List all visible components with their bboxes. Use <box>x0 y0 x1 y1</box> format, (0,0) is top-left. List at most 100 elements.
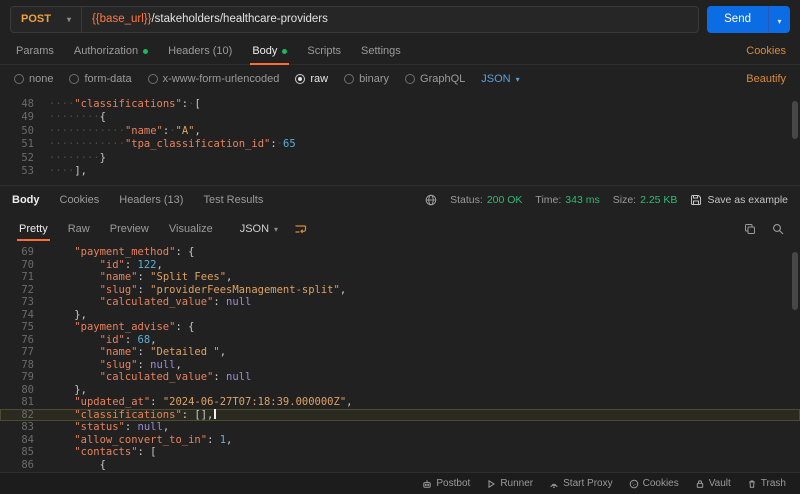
url-box: POST ▾ {{base_url}}/stakeholders/healthc… <box>10 6 699 33</box>
response-toolbar: Pretty Raw Preview Visualize JSON ▾ <box>0 214 800 244</box>
tab-authorization[interactable]: Authorization <box>64 38 158 64</box>
scrollbar-thumb[interactable] <box>792 252 798 310</box>
wrap-text-icon[interactable] <box>294 223 307 235</box>
size-value: 2.25 KB <box>640 194 677 206</box>
vault-button[interactable]: Vault <box>687 478 739 489</box>
beautify-link[interactable]: Beautify <box>746 73 786 85</box>
code-line-81[interactable]: 81 "updated_at": "2024-06-27T07:18:39.00… <box>0 396 800 409</box>
line-number: 50 <box>0 125 34 138</box>
runner-button[interactable]: Runner <box>478 478 541 489</box>
request-language-selector[interactable]: JSON ▾ <box>481 73 519 85</box>
code-text: "name": "Split Fees", <box>49 271 232 283</box>
body-type-form-data[interactable]: form-data <box>69 73 131 85</box>
chevron-down-icon: ▾ <box>67 15 71 24</box>
size-badge[interactable]: Size:2.25 KB <box>613 194 678 206</box>
request-body-editor[interactable]: 48····"classifications":·[49········{50 ·… <box>0 93 800 186</box>
code-text: ············"tpa_classification_id":·65 <box>49 138 296 150</box>
code-text: ········{ <box>49 111 106 123</box>
code-line-86[interactable]: 86 { <box>0 459 800 472</box>
code-line-78[interactable]: 78 "slug": null, <box>0 359 800 372</box>
search-icon[interactable] <box>772 223 784 235</box>
body-type-graphql[interactable]: GraphQL <box>405 73 465 85</box>
copy-icon[interactable] <box>744 223 756 235</box>
view-visualize[interactable]: Visualize <box>160 220 222 238</box>
tab-headers[interactable]: Headers (10) <box>158 38 242 64</box>
view-raw[interactable]: Raw <box>59 220 99 238</box>
request-url-bar: POST ▾ {{base_url}}/stakeholders/healthc… <box>0 0 800 38</box>
view-label: Preview <box>110 223 149 235</box>
tab-body[interactable]: Body <box>242 38 297 64</box>
request-tabs: Params Authorization Headers (10) Body S… <box>0 38 800 65</box>
code-text: "payment_advise": { <box>49 321 194 333</box>
code-line-51[interactable]: 51 ············"tpa_classification_id":·6… <box>0 138 800 151</box>
code-line-49[interactable]: 49········{ <box>0 111 800 124</box>
content-dot <box>282 49 287 54</box>
code-line-69[interactable]: 69 "payment_method": { <box>0 246 800 259</box>
code-line-85[interactable]: 85 "contacts": [ <box>0 446 800 459</box>
tab-params[interactable]: Params <box>6 38 64 64</box>
tab-scripts[interactable]: Scripts <box>297 38 351 64</box>
response-tab-body[interactable]: Body <box>12 194 40 206</box>
send-button[interactable]: Send <box>707 6 768 33</box>
view-pretty[interactable]: Pretty <box>10 220 57 238</box>
code-text: "id": 122, <box>49 259 163 271</box>
response-header: Body Cookies Headers (13) Test Results S… <box>0 186 800 214</box>
code-text: ····"classifications":·[ <box>49 98 201 110</box>
line-number: 73 <box>0 296 34 309</box>
line-number: 78 <box>0 359 34 372</box>
language-label: JSON <box>481 73 510 85</box>
response-tab-test-results[interactable]: Test Results <box>203 194 263 206</box>
scrollbar-thumb[interactable] <box>792 101 798 139</box>
tab-settings[interactable]: Settings <box>351 38 411 64</box>
line-number: 70 <box>0 259 34 272</box>
method-selector[interactable]: POST ▾ <box>11 7 82 32</box>
response-body-editor[interactable]: 69 "payment_method": {70 "id": 122,71 "n… <box>0 244 800 472</box>
globe-icon[interactable] <box>425 194 437 206</box>
statusbar-label: Postbot <box>436 478 470 489</box>
code-line-83[interactable]: 83 "status": null, <box>0 421 800 434</box>
code-line-79[interactable]: 79 "calculated_value": null <box>0 371 800 384</box>
save-as-example-button[interactable]: Save as example <box>690 194 788 206</box>
code-text: "slug": "providerFeesManagement-split", <box>49 284 346 296</box>
code-line-82[interactable]: 82 "classifications": [], <box>0 409 800 422</box>
body-type-none[interactable]: none <box>14 73 53 85</box>
cookies-button[interactable]: Cookies <box>621 478 687 489</box>
code-line-71[interactable]: 71 "name": "Split Fees", <box>0 271 800 284</box>
postbot-button[interactable]: Postbot <box>414 478 478 489</box>
time-label: Time: <box>535 194 561 206</box>
radio-icon <box>14 74 24 84</box>
code-line-76[interactable]: 76 "id": 68, <box>0 334 800 347</box>
response-tab-cookies[interactable]: Cookies <box>60 194 100 206</box>
statusbar-label: Trash <box>761 478 786 489</box>
code-text: "payment_method": { <box>49 246 194 258</box>
code-line-74[interactable]: 74 }, <box>0 309 800 322</box>
code-line-70[interactable]: 70 "id": 122, <box>0 259 800 272</box>
code-text: ············"name":·"A", <box>49 125 201 137</box>
body-type-urlencoded[interactable]: x-www-form-urlencoded <box>148 73 280 85</box>
code-line-84[interactable]: 84 "allow_convert_to_in": 1, <box>0 434 800 447</box>
code-line-75[interactable]: 75 "payment_advise": { <box>0 321 800 334</box>
code-line-48[interactable]: 48····"classifications":·[ <box>0 98 800 111</box>
body-type-binary[interactable]: binary <box>344 73 389 85</box>
code-line-77[interactable]: 77 "name": "Detailed ", <box>0 346 800 359</box>
response-language-selector[interactable]: JSON ▾ <box>234 223 284 235</box>
cookies-link[interactable]: Cookies <box>746 45 794 57</box>
code-line-80[interactable]: 80 }, <box>0 384 800 397</box>
view-preview[interactable]: Preview <box>101 220 158 238</box>
status-badge[interactable]: Status:200 OK <box>450 194 522 206</box>
code-line-50[interactable]: 50 ············"name":·"A", <box>0 125 800 138</box>
code-line-52[interactable]: 52········} <box>0 152 800 165</box>
trash-button[interactable]: Trash <box>739 478 794 489</box>
code-line-53[interactable]: 53····], <box>0 165 800 178</box>
line-number: 81 <box>0 396 34 409</box>
code-line-73[interactable]: 73 "calculated_value": null <box>0 296 800 309</box>
time-badge[interactable]: Time:343 ms <box>535 194 599 206</box>
response-tab-headers[interactable]: Headers (13) <box>119 194 183 206</box>
line-number: 83 <box>0 421 34 434</box>
line-number: 51 <box>0 138 34 151</box>
start-proxy-button[interactable]: Start Proxy <box>541 478 620 489</box>
code-line-72[interactable]: 72 "slug": "providerFeesManagement-split… <box>0 284 800 297</box>
send-options-button[interactable]: ▾ <box>768 6 790 33</box>
url-input[interactable]: {{base_url}}/stakeholders/healthcare-pro… <box>82 7 698 32</box>
body-type-raw[interactable]: raw <box>295 73 328 85</box>
